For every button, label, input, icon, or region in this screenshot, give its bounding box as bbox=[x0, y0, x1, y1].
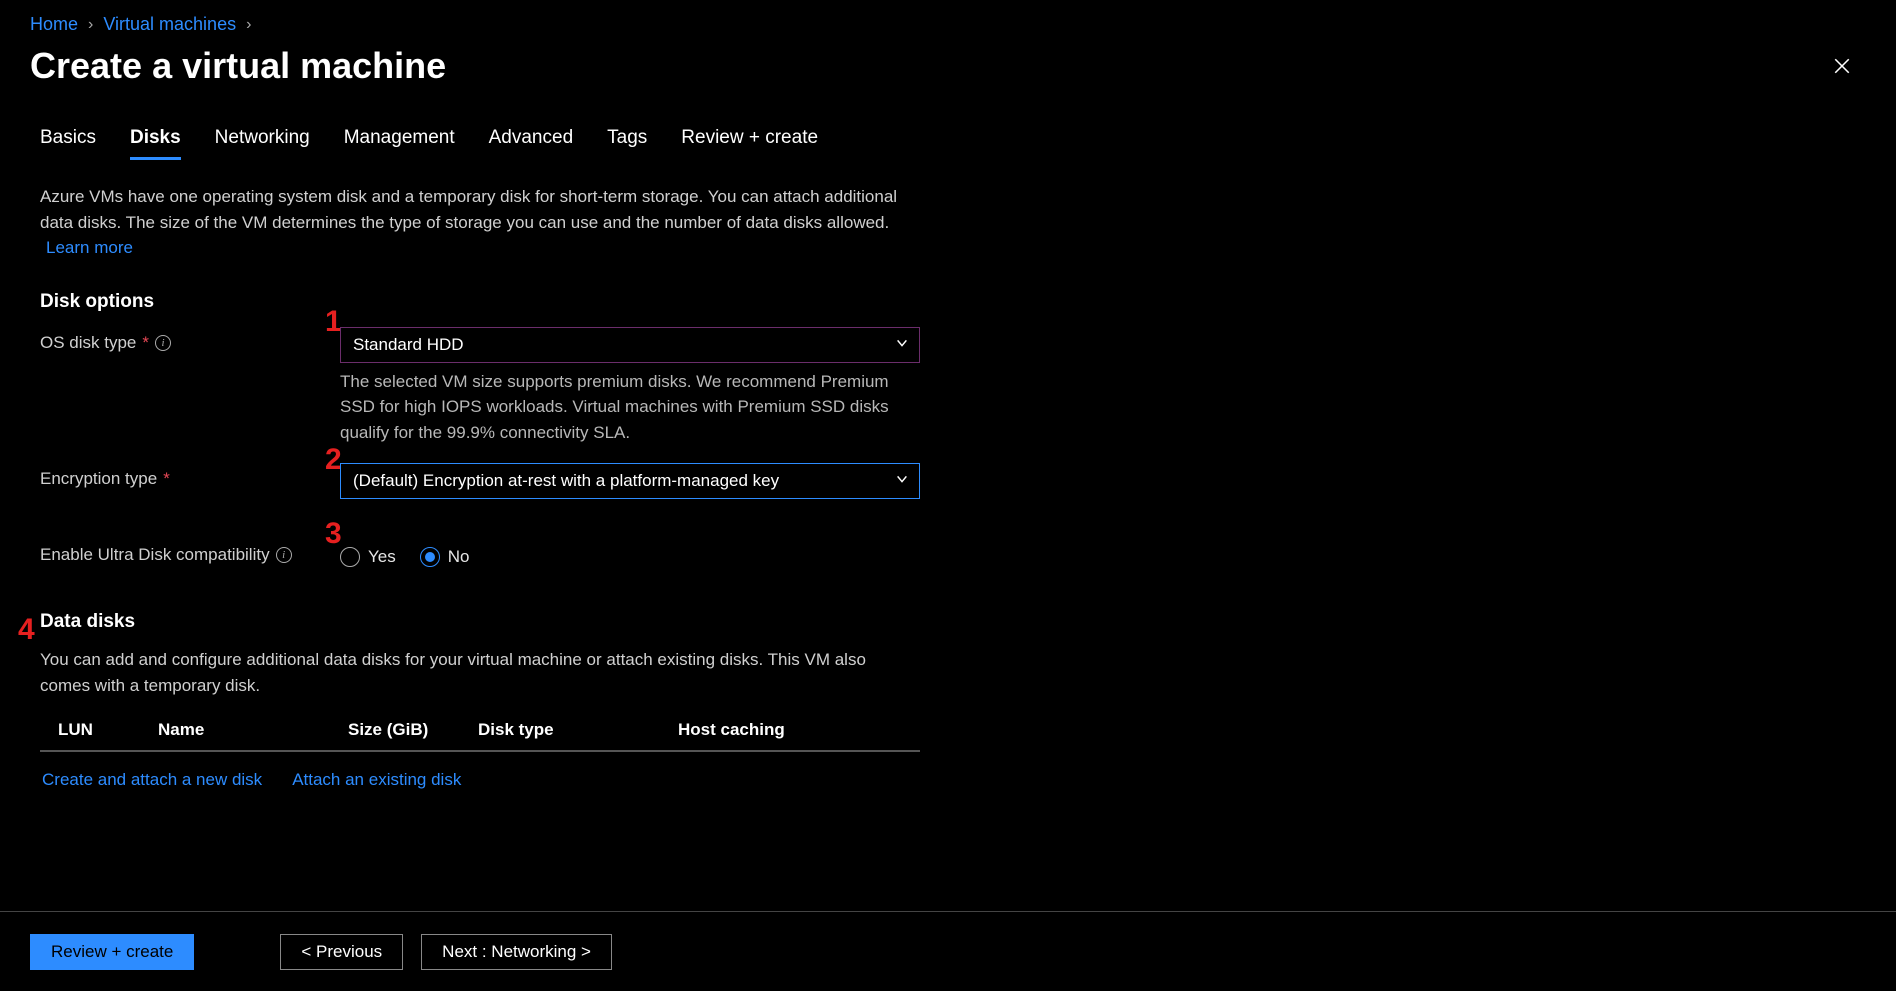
attach-existing-disk-link[interactable]: Attach an existing disk bbox=[292, 770, 461, 790]
ultra-disk-no-radio[interactable]: No bbox=[420, 547, 470, 567]
col-size: Size (GiB) bbox=[348, 720, 478, 740]
encryption-type-select[interactable]: (Default) Encryption at-rest with a plat… bbox=[340, 463, 920, 499]
data-disks-description: You can add and configure additional dat… bbox=[40, 647, 900, 698]
previous-button[interactable]: < Previous bbox=[280, 934, 403, 970]
breadcrumb-home[interactable]: Home bbox=[30, 14, 78, 35]
tab-review[interactable]: Review + create bbox=[681, 127, 818, 160]
chevron-down-icon bbox=[895, 335, 909, 355]
os-disk-type-select[interactable]: Standard HDD bbox=[340, 327, 920, 363]
review-create-button[interactable]: Review + create bbox=[30, 934, 194, 970]
col-name: Name bbox=[158, 720, 348, 740]
os-disk-type-label: OS disk type bbox=[40, 333, 136, 353]
tab-advanced[interactable]: Advanced bbox=[489, 127, 574, 160]
info-icon[interactable]: i bbox=[155, 335, 171, 351]
breadcrumb: Home › Virtual machines › bbox=[0, 0, 1896, 35]
data-disks-heading: Data disks bbox=[40, 611, 920, 633]
required-icon: * bbox=[142, 333, 149, 353]
content-area: Azure VMs have one operating system disk… bbox=[0, 160, 920, 790]
tab-basics[interactable]: Basics bbox=[40, 127, 96, 160]
footer-toolbar: Review + create < Previous Next : Networ… bbox=[0, 911, 1896, 991]
next-button[interactable]: Next : Networking > bbox=[421, 934, 612, 970]
chevron-right-icon: › bbox=[88, 16, 93, 34]
disk-options-heading: Disk options bbox=[40, 291, 920, 313]
radio-icon bbox=[420, 547, 440, 567]
ultra-disk-label: Enable Ultra Disk compatibility bbox=[40, 545, 270, 565]
tab-networking[interactable]: Networking bbox=[215, 127, 310, 160]
os-disk-type-helper: The selected VM size supports premium di… bbox=[340, 369, 920, 446]
col-lun: LUN bbox=[58, 720, 158, 740]
ultra-disk-radio-group: Yes No bbox=[340, 539, 920, 575]
encryption-type-label: Encryption type bbox=[40, 469, 157, 489]
table-header-row: LUN Name Size (GiB) Disk type Host cachi… bbox=[40, 712, 920, 751]
chevron-down-icon bbox=[895, 471, 909, 491]
page-title: Create a virtual machine bbox=[30, 45, 446, 87]
required-icon: * bbox=[163, 469, 170, 489]
col-cache: Host caching bbox=[678, 720, 878, 740]
chevron-right-icon: › bbox=[246, 16, 251, 34]
ultra-yes-label: Yes bbox=[368, 547, 396, 567]
encryption-type-value: (Default) Encryption at-rest with a plat… bbox=[353, 471, 779, 491]
annotation-4: 4 bbox=[18, 613, 35, 647]
create-attach-disk-link[interactable]: Create and attach a new disk bbox=[42, 770, 262, 790]
close-icon[interactable] bbox=[1828, 52, 1856, 80]
radio-icon bbox=[340, 547, 360, 567]
data-disks-table: LUN Name Size (GiB) Disk type Host cachi… bbox=[40, 712, 920, 752]
col-type: Disk type bbox=[478, 720, 678, 740]
tab-management[interactable]: Management bbox=[344, 127, 455, 160]
ultra-disk-yes-radio[interactable]: Yes bbox=[340, 547, 396, 567]
tab-tags[interactable]: Tags bbox=[607, 127, 647, 160]
intro-body: Azure VMs have one operating system disk… bbox=[40, 187, 897, 232]
breadcrumb-virtual-machines[interactable]: Virtual machines bbox=[103, 14, 236, 35]
intro-text: Azure VMs have one operating system disk… bbox=[40, 184, 920, 261]
learn-more-link[interactable]: Learn more bbox=[46, 238, 133, 257]
tab-disks[interactable]: Disks bbox=[130, 127, 181, 160]
os-disk-type-value: Standard HDD bbox=[353, 335, 464, 355]
ultra-no-label: No bbox=[448, 547, 470, 567]
tabs: Basics Disks Networking Management Advan… bbox=[0, 87, 1896, 160]
info-icon[interactable]: i bbox=[276, 547, 292, 563]
